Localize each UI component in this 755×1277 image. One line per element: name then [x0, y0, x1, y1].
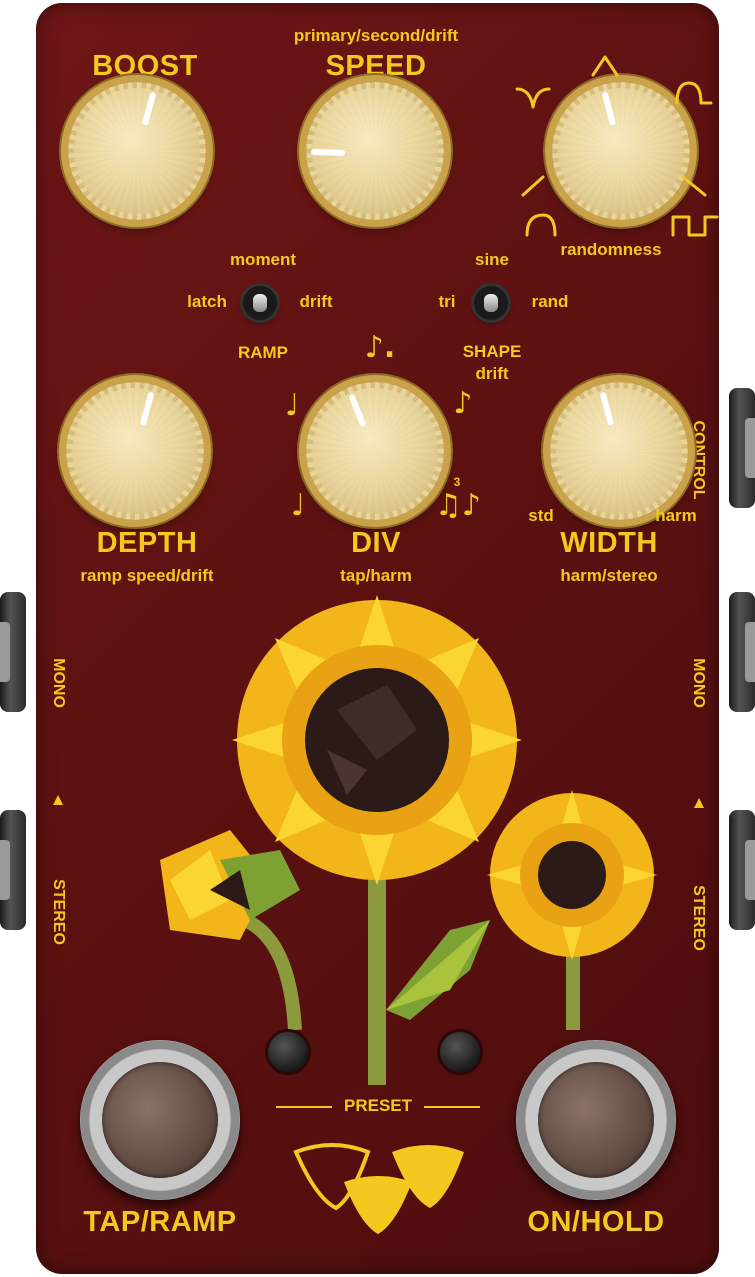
center-stem: [368, 860, 386, 1085]
quarter-note-low-icon: ♩: [290, 488, 306, 523]
left-mono-jack[interactable]: [0, 592, 26, 712]
dotted-eighth-note-icon: ♪.: [364, 330, 396, 365]
preset-pick-icons[interactable]: [292, 1138, 472, 1238]
preset-pick-center-icon: [344, 1176, 412, 1234]
hump-icon: [525, 213, 557, 237]
big-sunflower: [232, 595, 522, 885]
right-arrow-icon: ▲: [690, 793, 708, 812]
arch-icon: [675, 81, 713, 105]
speed-indicator: [310, 148, 346, 156]
left-stereo-jack[interactable]: [0, 810, 26, 930]
randomness-label: randomness: [560, 240, 662, 259]
sunflower-artwork: [160, 595, 657, 1085]
width-std-label: std: [528, 506, 554, 525]
boost-knob[interactable]: [68, 82, 206, 220]
wave-shape-icons: [515, 55, 719, 237]
preset-line-left: [276, 1106, 332, 1108]
right-led: [440, 1032, 480, 1072]
ramp-latch-label: latch: [187, 292, 227, 311]
preset-line-right: [424, 1106, 480, 1108]
control-jack[interactable]: [729, 388, 755, 508]
width-indicator: [599, 391, 615, 426]
depth-label: DEPTH: [96, 527, 198, 559]
ramp-moment-label: moment: [229, 250, 297, 269]
boost-label: BOOST: [92, 50, 198, 82]
div-label: DIV: [351, 527, 401, 559]
quarter-note-icon: ♩: [284, 388, 300, 423]
right-mono-label: MONO: [690, 658, 707, 708]
control-jack-label: CONTROL: [690, 420, 707, 500]
ramp-toggle[interactable]: [243, 286, 277, 320]
ramp-down-icon: [681, 175, 707, 197]
shape-title: SHAPE: [462, 342, 522, 361]
tap-ramp-cap[interactable]: [102, 1062, 218, 1178]
left-led: [268, 1032, 308, 1072]
left-mono-label: MONO: [50, 658, 67, 708]
small-sunflower: [487, 790, 657, 960]
right-stereo-jack[interactable]: [729, 810, 755, 930]
div-knob[interactable]: [306, 382, 444, 520]
ramp-title: RAMP: [237, 343, 289, 362]
left-stereo-label: STEREO: [50, 879, 67, 945]
square-wave-icon: [671, 215, 719, 237]
left-arrow-icon: ▲: [49, 790, 67, 809]
depth-indicator: [139, 391, 155, 426]
width-label: WIDTH: [560, 527, 658, 559]
on-hold-cap[interactable]: [538, 1062, 654, 1178]
depth-sublabel: ramp speed/drift: [80, 566, 214, 585]
right-stereo-label: STEREO: [690, 885, 707, 951]
shape-sine-label: sine: [474, 250, 510, 269]
speed-label: SPEED: [325, 50, 427, 82]
shape-tri-label: tri: [438, 292, 456, 311]
width-sublabel: harm/stereo: [560, 566, 658, 585]
eighth-note-icon: ♪: [453, 386, 473, 421]
triplet-notes-icon: ♫♪: [434, 488, 482, 523]
depth-knob[interactable]: [66, 382, 204, 520]
left-stem: [241, 913, 302, 1031]
div-indicator: [348, 393, 367, 428]
shape-subtitle: drift: [475, 364, 509, 383]
div-sublabel: tap/harm: [340, 566, 412, 585]
wilted-sunflower: [160, 830, 300, 940]
tap-ramp-footswitch[interactable]: [80, 1040, 240, 1200]
ramp-drift-label: drift: [299, 292, 333, 311]
preset-label: PRESET: [343, 1096, 413, 1115]
width-knob[interactable]: [550, 382, 688, 520]
triangle-peak-icon: [591, 55, 619, 77]
triplet-number: 3: [453, 475, 461, 489]
speed-sublabel: primary/second/drift: [293, 26, 459, 45]
on-hold-footswitch[interactable]: [516, 1040, 676, 1200]
right-mono-jack[interactable]: [729, 592, 755, 712]
boost-indicator: [141, 91, 157, 126]
speed-knob[interactable]: [306, 82, 444, 220]
shape-toggle[interactable]: [474, 286, 508, 320]
on-hold-label: ON/HOLD: [527, 1206, 665, 1238]
width-harm-label: harm: [655, 506, 697, 525]
rounded-valley-icon: [515, 87, 551, 109]
tap-ramp-label: TAP/RAMP: [83, 1206, 237, 1238]
ramp-up-icon: [521, 175, 545, 197]
shape-rand-label: rand: [531, 292, 569, 311]
